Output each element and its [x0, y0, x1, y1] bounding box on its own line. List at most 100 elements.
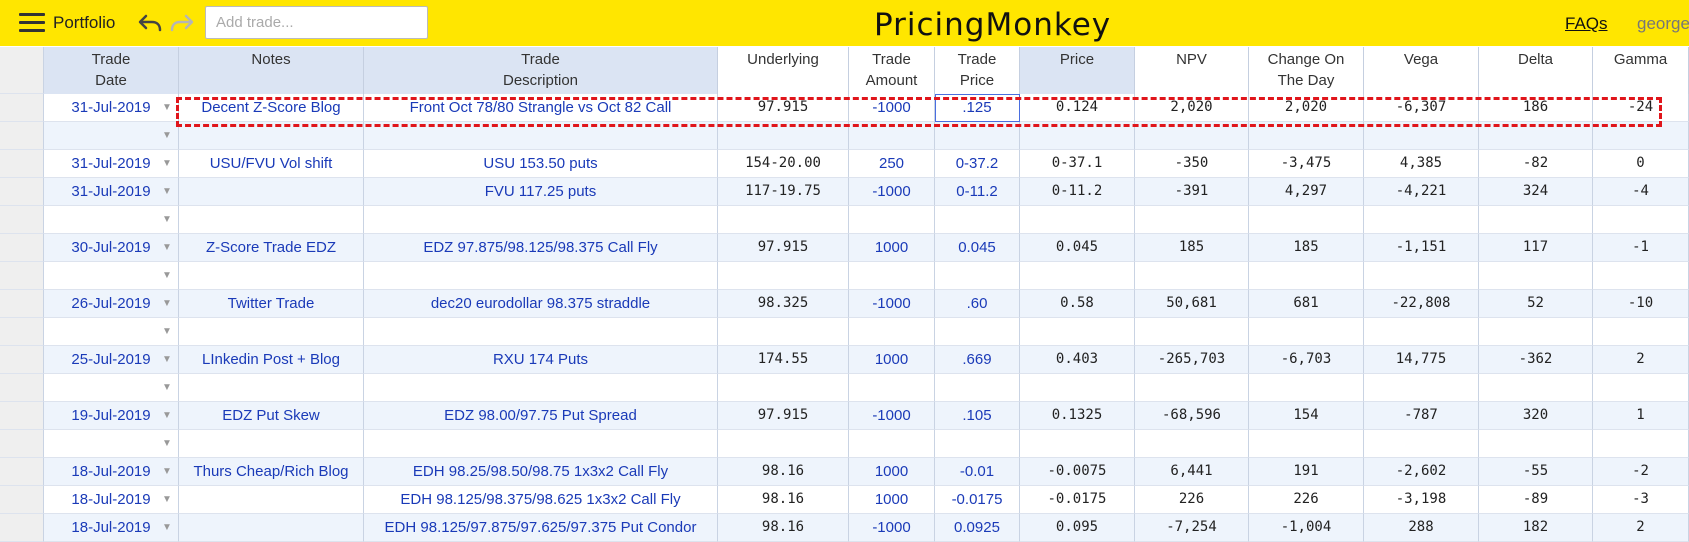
row-dropdown-icon[interactable]: ▼ [162, 94, 172, 121]
cell-vega[interactable]: -6,307 [1364, 94, 1479, 122]
cell-trade-amount[interactable]: 1000 [849, 486, 935, 514]
cell-delta[interactable]: 182 [1479, 514, 1593, 542]
cell-delta[interactable]: 186 [1479, 94, 1593, 122]
cell-trade-price[interactable]: .60 [935, 290, 1020, 318]
column-header-underlying[interactable]: Underlying [718, 47, 849, 94]
cell-price[interactable] [1020, 430, 1135, 458]
cell-trade-date[interactable] [44, 318, 179, 346]
cell-change-on-day[interactable]: 154 [1249, 402, 1364, 430]
cell-trade-date[interactable] [44, 206, 179, 234]
cell-delta[interactable]: -89 [1479, 486, 1593, 514]
cell-underlying[interactable]: 117-19.75 [718, 178, 849, 206]
cell-trade-date[interactable] [44, 430, 179, 458]
cell-notes[interactable] [179, 486, 364, 514]
cell-underlying[interactable] [718, 374, 849, 402]
cell-change-on-day[interactable]: 185 [1249, 234, 1364, 262]
redo-icon[interactable] [169, 11, 195, 35]
user-name[interactable]: george [1637, 14, 1689, 34]
cell-price[interactable] [1020, 122, 1135, 150]
cell-npv[interactable]: 50,681 [1135, 290, 1249, 318]
cell-vega[interactable] [1364, 430, 1479, 458]
cell-delta[interactable]: -362 [1479, 346, 1593, 374]
cell-vega[interactable]: 14,775 [1364, 346, 1479, 374]
cell-delta[interactable] [1479, 122, 1593, 150]
cell-vega[interactable] [1364, 122, 1479, 150]
add-trade-input[interactable] [205, 6, 428, 39]
cell-notes[interactable]: Decent Z-Score Blog [179, 94, 364, 122]
cell-trade-description[interactable]: Front Oct 78/80 Strangle vs Oct 82 Call [364, 94, 718, 122]
cell-trade-description[interactable]: EDZ 97.875/98.125/98.375 Call Fly [364, 234, 718, 262]
cell-price[interactable]: -0.0075 [1020, 458, 1135, 486]
cell-trade-amount[interactable]: 1000 [849, 346, 935, 374]
table-row[interactable]: 31-Jul-2019 FVU 117.25 puts 117-19.75 -1000… [0, 178, 1689, 206]
row-handle[interactable] [0, 346, 44, 374]
cell-npv[interactable]: -68,596 [1135, 402, 1249, 430]
cell-trade-date[interactable] [44, 374, 179, 402]
cell-change-on-day[interactable] [1249, 374, 1364, 402]
cell-trade-amount[interactable]: -1000 [849, 178, 935, 206]
cell-vega[interactable]: -3,198 [1364, 486, 1479, 514]
portfolio-menu[interactable]: Portfolio [53, 13, 115, 33]
cell-underlying[interactable] [718, 262, 849, 290]
cell-gamma[interactable]: -24 [1593, 94, 1689, 122]
cell-gamma[interactable] [1593, 262, 1689, 290]
cell-vega[interactable]: -2,602 [1364, 458, 1479, 486]
row-handle[interactable] [0, 458, 44, 486]
cell-vega[interactable] [1364, 262, 1479, 290]
cell-trade-description[interactable]: EDH 98.125/98.375/98.625 1x3x2 Call Fly [364, 486, 718, 514]
cell-delta[interactable]: 117 [1479, 234, 1593, 262]
cell-delta[interactable] [1479, 430, 1593, 458]
cell-npv[interactable] [1135, 262, 1249, 290]
cell-price[interactable]: 0-11.2 [1020, 178, 1135, 206]
row-dropdown-icon[interactable]: ▼ [162, 458, 172, 485]
cell-notes[interactable]: EDZ Put Skew [179, 402, 364, 430]
table-row[interactable]: 31-Jul-2019 USU/FVU Vol shift USU 153.50 p… [0, 150, 1689, 178]
cell-trade-amount[interactable]: 1000 [849, 458, 935, 486]
table-row[interactable]: ▼ [0, 206, 1689, 234]
row-dropdown-icon[interactable]: ▼ [162, 206, 172, 233]
cell-underlying[interactable] [718, 430, 849, 458]
cell-notes[interactable]: LInkedin Post + Blog [179, 346, 364, 374]
cell-underlying[interactable] [718, 318, 849, 346]
table-row[interactable]: 18-Jul-2019 EDH 98.125/97.875/97.625/97.3… [0, 514, 1689, 542]
cell-underlying[interactable] [718, 206, 849, 234]
cell-trade-description[interactable] [364, 206, 718, 234]
cell-vega[interactable]: 288 [1364, 514, 1479, 542]
cell-notes[interactable] [179, 178, 364, 206]
cell-change-on-day[interactable]: 4,297 [1249, 178, 1364, 206]
table-row[interactable]: ▼ [0, 318, 1689, 346]
cell-change-on-day[interactable] [1249, 206, 1364, 234]
cell-gamma[interactable] [1593, 374, 1689, 402]
cell-delta[interactable]: 324 [1479, 178, 1593, 206]
cell-change-on-day[interactable] [1249, 122, 1364, 150]
cell-price[interactable]: 0.403 [1020, 346, 1135, 374]
cell-trade-description[interactable] [364, 374, 718, 402]
cell-trade-amount[interactable] [849, 374, 935, 402]
cell-trade-description[interactable] [364, 122, 718, 150]
cell-npv[interactable]: -350 [1135, 150, 1249, 178]
cell-trade-price[interactable] [935, 374, 1020, 402]
cell-trade-amount[interactable]: -1000 [849, 94, 935, 122]
hamburger-menu-icon[interactable] [19, 13, 45, 33]
cell-vega[interactable] [1364, 374, 1479, 402]
cell-npv[interactable] [1135, 318, 1249, 346]
row-dropdown-icon[interactable]: ▼ [162, 486, 172, 513]
cell-vega[interactable]: -4,221 [1364, 178, 1479, 206]
column-header-delta[interactable]: Delta [1479, 47, 1593, 94]
cell-trade-date[interactable]: 31-Jul-2019 [44, 178, 179, 206]
cell-price[interactable]: 0-37.1 [1020, 150, 1135, 178]
cell-trade-description[interactable] [364, 430, 718, 458]
cell-trade-date[interactable]: 18-Jul-2019 [44, 514, 179, 542]
cell-trade-price[interactable] [935, 318, 1020, 346]
table-row[interactable]: ▼ [0, 122, 1689, 150]
cell-trade-price[interactable] [935, 430, 1020, 458]
cell-price[interactable] [1020, 206, 1135, 234]
row-dropdown-icon[interactable]: ▼ [162, 374, 172, 401]
cell-trade-price[interactable]: 0.0925 [935, 514, 1020, 542]
row-dropdown-icon[interactable]: ▼ [162, 262, 172, 289]
cell-gamma[interactable]: 2 [1593, 346, 1689, 374]
cell-change-on-day[interactable]: 191 [1249, 458, 1364, 486]
table-row[interactable]: 30-Jul-2019 Z-Score Trade EDZ EDZ 97.875/9… [0, 234, 1689, 262]
cell-price[interactable] [1020, 318, 1135, 346]
cell-underlying[interactable]: 98.16 [718, 514, 849, 542]
